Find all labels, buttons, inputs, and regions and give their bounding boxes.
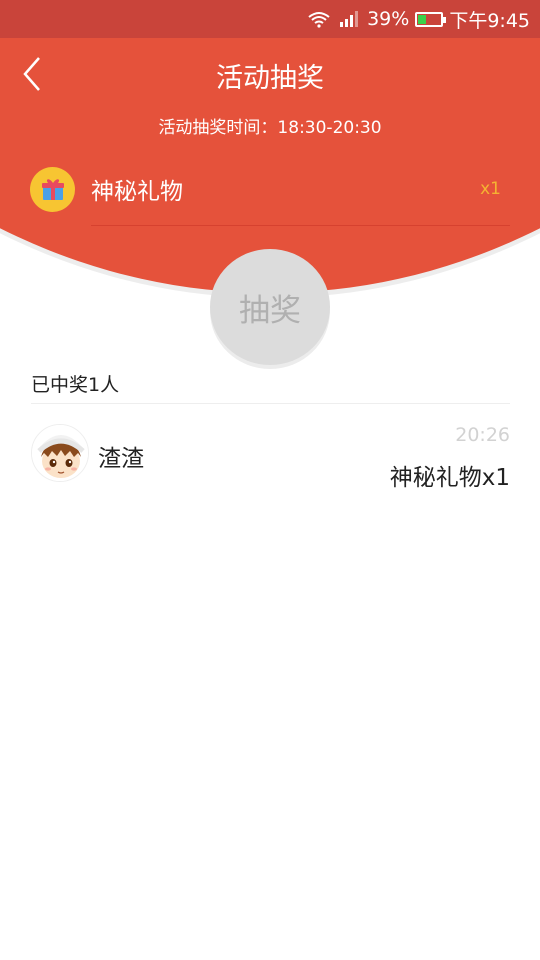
event-time-subtitle: 活动抽奖时间：18:30-20:30 — [158, 118, 382, 138]
cartoon-avatar-icon — [31, 424, 89, 482]
battery-level-fill — [418, 14, 426, 24]
winner-name: 渣渣 — [98, 446, 144, 472]
page-title: 活动抽奖 — [216, 63, 324, 94]
prize-divider — [91, 225, 510, 226]
battery-percent: 39% — [367, 8, 410, 30]
prize-name: 神秘礼物 — [91, 179, 183, 205]
draw-button[interactable]: 抽奖 — [210, 249, 330, 365]
nav-bar: 活动抽奖 — [0, 38, 540, 110]
gift-icon — [30, 166, 75, 212]
prize-row: 神秘礼物 x1 — [30, 165, 510, 213]
status-time: 下午9:45 — [449, 9, 530, 32]
list-divider — [31, 403, 510, 404]
prize-count: x1 — [480, 179, 501, 199]
winners-summary: 已中奖1人 — [31, 374, 120, 396]
battery-icon — [415, 11, 447, 27]
signal-icon — [339, 11, 359, 27]
wifi-icon — [307, 10, 331, 28]
winner-prize: 神秘礼物x1 — [389, 465, 510, 491]
status-bar: 39% 下午9:45 — [0, 0, 540, 38]
winner-time: 20:26 — [455, 424, 510, 446]
winner-list-item[interactable]: 渣渣 20:26 神秘礼物x1 — [31, 424, 510, 491]
